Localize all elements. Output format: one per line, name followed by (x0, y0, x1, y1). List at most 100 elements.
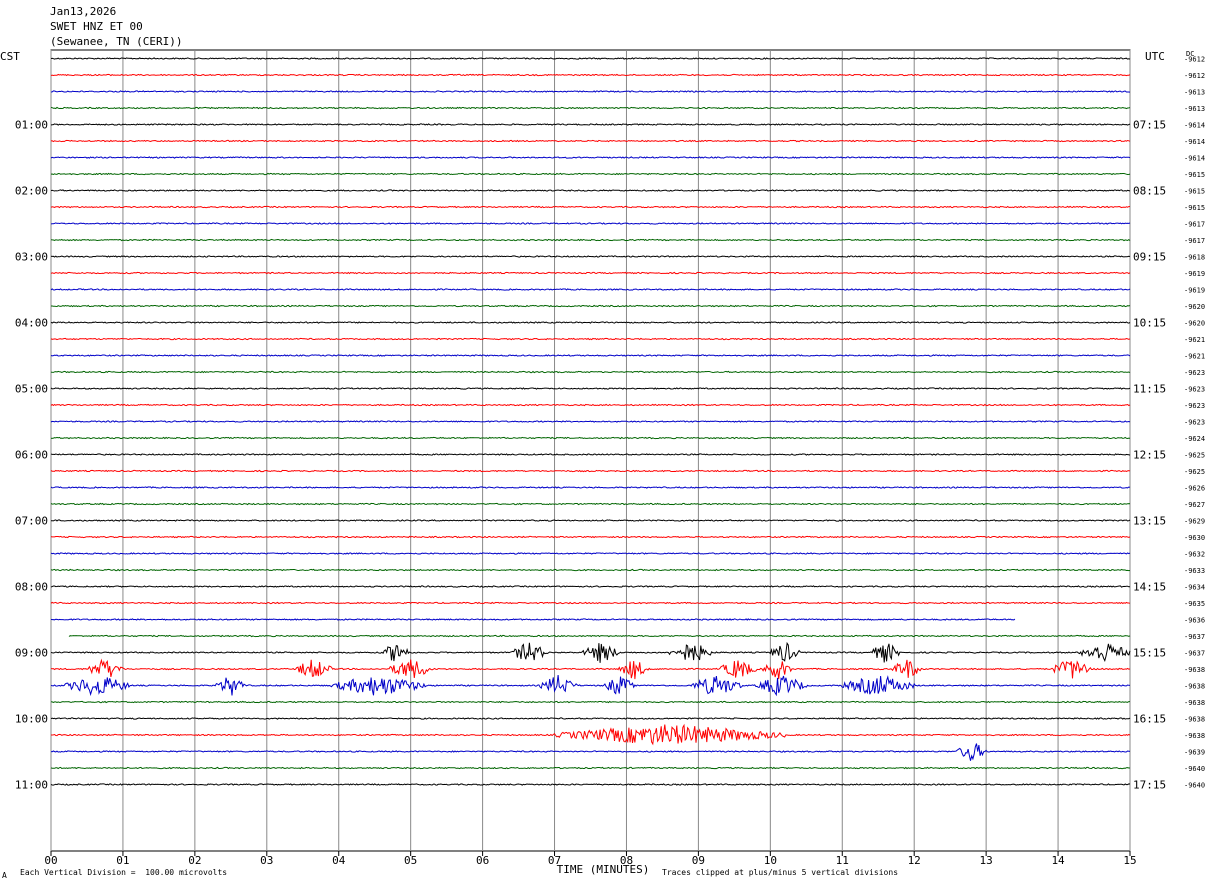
trace-5 (50, 139, 1131, 143)
right-axis-label: UTC (1145, 50, 1165, 63)
dc-offset-label: -9617 (1184, 221, 1205, 229)
trace-6 (50, 156, 1131, 159)
right-hour-label: 16:15 (1133, 713, 1166, 726)
left-hour-label: 08:00 (15, 581, 48, 594)
dc-offset-label: -9621 (1184, 336, 1205, 344)
trace-29 (50, 535, 1131, 539)
left-hour-label: 07:00 (15, 515, 48, 528)
right-hour-label: 08:15 (1133, 185, 1166, 198)
dc-offset-label: -9614 (1184, 122, 1205, 130)
trace-18 (50, 354, 1131, 357)
trace-4 (50, 123, 1131, 126)
right-hour-label: 13:15 (1133, 515, 1166, 528)
trace-22 (50, 420, 1131, 423)
left-hour-label: 10:00 (15, 713, 48, 726)
dc-offset-label: -9638 (1184, 732, 1205, 740)
right-hour-label: 10:15 (1133, 317, 1166, 330)
left-hour-label: 04:00 (15, 317, 48, 330)
trace-28 (51, 519, 1131, 522)
dc-offset-label: -9623 (1184, 369, 1205, 377)
dc-offset-label: -9619 (1184, 287, 1205, 295)
trace-13 (50, 271, 1131, 275)
x-tick-label: 13 (980, 854, 993, 867)
x-tick-label: 06 (476, 854, 489, 867)
trace-33 (50, 601, 1131, 605)
clip-note: Traces clipped at plus/minus 5 vertical … (662, 868, 899, 877)
x-tick-label: 12 (908, 854, 921, 867)
dc-offset-label: -9623 (1184, 386, 1205, 394)
dc-offset-label: -9640 (1184, 782, 1205, 790)
dc-offset-label: -9623 (1184, 402, 1205, 410)
x-tick-label: 02 (188, 854, 201, 867)
trace-11 (50, 238, 1131, 242)
left-hour-label: 09:00 (15, 647, 48, 660)
dc-offset-label: -9612 (1184, 72, 1205, 80)
dc-offset-label: -9638 (1184, 699, 1205, 707)
dc-offset-label: -9613 (1184, 89, 1205, 97)
dc-offset-label: -9632 (1184, 551, 1205, 559)
trace-20 (50, 387, 1131, 390)
trace-38 (50, 674, 1131, 697)
trace-42 (50, 743, 1131, 761)
dc-offset-label: -9614 (1184, 138, 1205, 146)
plot-frame (50, 49, 1131, 852)
right-hour-label: 07:15 (1133, 119, 1166, 132)
dc-offset-label: -9636 (1184, 617, 1205, 625)
dc-offset-label: -9625 (1184, 468, 1205, 476)
dc-offset-label: -9638 (1184, 683, 1205, 691)
right-hour-label: 09:15 (1133, 251, 1166, 264)
x-tick-label: 00 (44, 854, 57, 867)
dc-offset-label: -9625 (1184, 452, 1205, 460)
trace-14 (50, 288, 1131, 291)
dc-offset-label: -9619 (1184, 270, 1205, 278)
left-hour-label: 01:00 (15, 119, 48, 132)
trace-9 (50, 205, 1131, 209)
dc-offset-label: -9615 (1184, 188, 1205, 196)
x-tick-label: 14 (1051, 854, 1065, 867)
trace-23 (50, 436, 1131, 440)
trace-37 (50, 658, 1131, 680)
dc-offset-label: -9620 (1184, 303, 1205, 311)
trace-39 (50, 700, 1130, 704)
dc-offset-label: -9635 (1184, 600, 1205, 608)
trace-35 (68, 634, 1131, 638)
trace-8 (50, 189, 1131, 192)
dc-offset-label: -9627 (1184, 501, 1205, 509)
left-hour-label: 03:00 (15, 251, 48, 264)
dc-offset-label: -9637 (1184, 633, 1205, 641)
right-hour-label: 11:15 (1133, 383, 1166, 396)
trace-25 (50, 469, 1131, 473)
dc-offset-label: -9623 (1184, 419, 1205, 427)
x-tick-label: 05 (404, 854, 417, 867)
x-axis-title: TIME (MINUTES) (557, 863, 650, 876)
seismogram-chart: 00 01 02 03 04 05 06 07 08 09 10 11 12 13 14 15-9612-96… (0, 49, 1205, 876)
dc-offset-label: -9615 (1184, 171, 1205, 179)
corner-mark: A (2, 871, 7, 880)
dc-offset-label: -9638 (1184, 716, 1205, 724)
trace-41 (51, 723, 1131, 746)
left-hour-label: 02:00 (15, 185, 48, 198)
dc-offset-label: -9640 (1184, 765, 1205, 773)
trace-3 (50, 106, 1131, 110)
trace-10 (50, 222, 1131, 225)
x-tick-label: 01 (116, 854, 129, 867)
trace-2 (50, 90, 1131, 93)
dc-offset-label: -9638 (1184, 666, 1205, 674)
trace-15 (51, 304, 1131, 308)
trace-24 (50, 453, 1131, 456)
trace-43 (50, 766, 1130, 770)
dc-offset-label: -9624 (1184, 435, 1205, 443)
trace-27 (50, 502, 1131, 506)
trace-17 (50, 337, 1131, 341)
dc-offset-label: -9615 (1184, 204, 1205, 212)
dc-offset-label: -9630 (1184, 534, 1205, 542)
dc-offset-label: -9634 (1184, 584, 1205, 592)
left-hour-label: 11:00 (15, 779, 48, 792)
vertical-division-note: Each Vertical Division = 100.00 microvol… (20, 868, 228, 877)
right-hour-label: 12:15 (1133, 449, 1166, 462)
trace-1 (50, 73, 1131, 77)
trace-30 (50, 552, 1131, 555)
trace-40 (50, 717, 1131, 720)
x-tick-label: 10 (764, 854, 777, 867)
x-tick-label: 03 (260, 854, 273, 867)
